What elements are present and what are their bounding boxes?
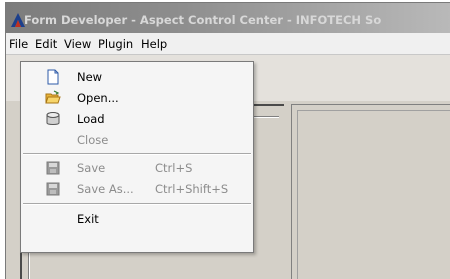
menu-item-label: Close: [77, 133, 109, 147]
menu-plugin[interactable]: Plugin: [98, 37, 133, 51]
file-menu-dropdown: New Open... Load Close Save Ctrl+S Save …: [20, 61, 254, 253]
database-icon: [46, 112, 60, 125]
menu-item-save-as[interactable]: Save As... Ctrl+Shift+S: [21, 179, 253, 199]
menu-help[interactable]: Help: [141, 37, 167, 51]
menu-item-label: Load: [77, 112, 105, 126]
menu-file[interactable]: File: [9, 37, 28, 51]
menu-item-shortcut: Ctrl+S: [155, 161, 193, 175]
menu-item-load[interactable]: Load: [21, 109, 253, 129]
app-window: Form Developer - Aspect Control Center -…: [5, 2, 450, 279]
menu-item-save[interactable]: Save Ctrl+S: [21, 158, 253, 178]
menu-view[interactable]: View: [64, 37, 91, 51]
menu-item-label: Open...: [77, 91, 119, 105]
menu-item-label: Save: [77, 161, 106, 175]
menu-bar: File Edit View Plugin Help: [6, 33, 450, 55]
menu-item-new[interactable]: New: [21, 67, 253, 87]
save-as-icon: [46, 182, 60, 196]
menu-separator: [23, 203, 251, 205]
menu-separator: [23, 153, 251, 155]
title-bar[interactable]: Form Developer - Aspect Control Center -…: [6, 3, 450, 33]
menu-item-open[interactable]: Open...: [21, 88, 253, 108]
menu-item-label: Exit: [77, 212, 99, 226]
open-folder-icon: [45, 90, 61, 104]
menu-edit[interactable]: Edit: [35, 37, 57, 51]
save-icon: [46, 161, 60, 175]
menu-item-label: Save As...: [77, 182, 134, 196]
window-title: Form Developer - Aspect Control Center -…: [24, 13, 382, 27]
right-panel-content: [297, 110, 450, 279]
menu-item-exit[interactable]: Exit: [21, 209, 253, 229]
menu-item-close[interactable]: Close: [21, 130, 253, 150]
right-panel: [291, 104, 450, 279]
menu-item-label: New: [77, 70, 103, 84]
menu-item-shortcut: Ctrl+Shift+S: [155, 182, 229, 196]
new-document-icon: [47, 69, 59, 85]
